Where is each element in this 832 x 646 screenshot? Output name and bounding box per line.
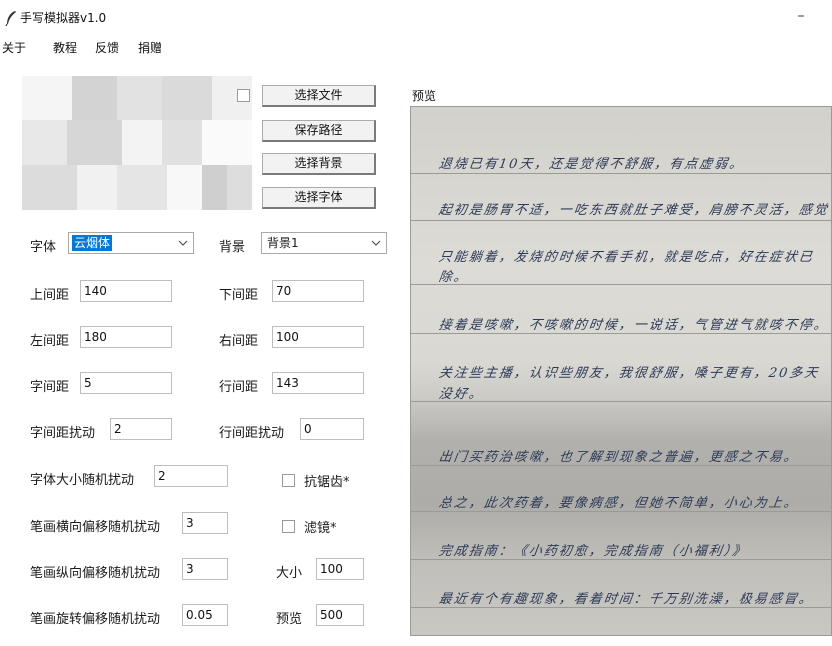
settings-panel: 选择文件 保存路径 选择背景 选择字体 字体 云烟体 背景 背景1 上间距 14… xyxy=(0,56,400,646)
size-input[interactable]: 100 xyxy=(316,558,364,580)
char-spacing-jitter-input[interactable]: 2 xyxy=(110,418,172,440)
stroke-v-jitter-label: 笔画纵向偏移随机扰动 xyxy=(30,566,161,581)
antialias-label: 抗锯齿* xyxy=(304,475,350,490)
menu-tutorial[interactable]: 教程 xyxy=(53,39,77,56)
paper-rule xyxy=(411,559,831,560)
background-label: 背景 xyxy=(219,240,246,255)
stroke-v-jitter-input[interactable]: 3 xyxy=(182,558,228,580)
save-path-button[interactable]: 保存路径 xyxy=(262,120,376,142)
handwritten-line: 退烧已有10天，还是觉得不舒服，有点虚弱。 xyxy=(437,157,746,172)
handwritten-line: 只能躺着，发烧的时候不看手机，就是吃点，好在症状已 xyxy=(437,250,815,265)
line-spacing-jitter-label: 行间距扰动 xyxy=(219,426,285,441)
stroke-h-jitter-label: 笔画横向偏移随机扰动 xyxy=(30,520,161,535)
font-size-jitter-input[interactable]: 2 xyxy=(154,465,228,487)
bottom-margin-input[interactable]: 70 xyxy=(272,280,364,302)
menu-donate[interactable]: 捐赠 xyxy=(138,39,162,56)
chevron-down-icon xyxy=(371,240,381,246)
preview-label: 预览 xyxy=(412,89,437,103)
choose-background-button[interactable]: 选择背景 xyxy=(262,153,376,175)
line-spacing-jitter-input[interactable]: 0 xyxy=(300,418,364,440)
font-select-value: 云烟体 xyxy=(72,235,113,251)
choose-file-button[interactable]: 选择文件 xyxy=(262,85,376,107)
paper-rule xyxy=(411,607,831,608)
paper-rule xyxy=(411,173,831,174)
handwritten-line: 总之，此次药着，要像病感，但她不简单，小心为上。 xyxy=(437,496,800,511)
feather-icon xyxy=(5,11,16,26)
handwritten-line: 关注些主播，认识些朋友，我很舒服，嗓子更有，20多天 xyxy=(437,366,821,381)
char-spacing-label: 字间距 xyxy=(30,380,70,395)
line-spacing-label: 行间距 xyxy=(219,380,259,395)
handwritten-line: 除。 xyxy=(437,270,470,285)
top-margin-label: 上间距 xyxy=(30,288,70,303)
handwritten-line: 最近有个有趣现象，看着时间：千万别洗澡，极易感冒。 xyxy=(437,592,815,607)
filter-checkbox[interactable] xyxy=(282,520,295,533)
char-spacing-input[interactable]: 5 xyxy=(80,372,172,394)
handwritten-line: 接着是咳嗽，不咳嗽的时候，一说话，气管进气就咳不停。 xyxy=(437,318,830,333)
preview-image: 退烧已有10天，还是觉得不舒服，有点虚弱。 起初是肠胃不适，一吃东西就肚子难受，… xyxy=(410,106,832,636)
left-margin-input[interactable]: 180 xyxy=(80,326,172,348)
font-select[interactable]: 云烟体 xyxy=(68,232,194,254)
preview-panel: 预览 退烧已有10天，还是觉得不舒服，有点虚弱。 起初是肠胃不适，一吃东西就肚子… xyxy=(400,56,832,646)
preview-size-input[interactable]: 500 xyxy=(316,604,364,626)
antialias-checkbox[interactable] xyxy=(282,474,295,487)
preview-size-label: 预览 xyxy=(276,612,303,627)
menu-bar: 关于 教程 反馈 捐赠 xyxy=(0,34,832,56)
chevron-down-icon xyxy=(178,240,188,246)
minimize-button[interactable]: – xyxy=(786,8,816,28)
handwritten-line: 没好。 xyxy=(437,387,485,402)
filter-label: 滤镜* xyxy=(304,521,337,536)
left-margin-label: 左间距 xyxy=(30,334,70,349)
font-size-jitter-label: 字体大小随机扰动 xyxy=(30,473,135,488)
window-title: 手写模拟器v1.0 xyxy=(20,11,107,25)
font-label: 字体 xyxy=(30,240,57,255)
stroke-rot-jitter-input[interactable]: 0.05 xyxy=(182,604,228,626)
title-bar: 手写模拟器v1.0 – xyxy=(0,0,832,34)
size-label: 大小 xyxy=(276,566,303,581)
paper-rule xyxy=(411,465,831,466)
right-margin-input[interactable]: 100 xyxy=(272,326,364,348)
handwritten-line: 出门买药治咳嗽，也了解到现象之普遍，更感之不易。 xyxy=(437,450,800,465)
handwritten-line: 完成指南：《小药初愈，完成指南（小福利）》 xyxy=(437,544,749,559)
paper-rule xyxy=(411,333,831,334)
background-select[interactable]: 背景1 xyxy=(261,232,387,254)
handwritten-line: 起初是肠胃不适，一吃东西就肚子难受，肩膀不灵活，感觉 xyxy=(437,203,830,218)
menu-feedback[interactable]: 反馈 xyxy=(95,39,119,56)
line-spacing-input[interactable]: 143 xyxy=(272,372,364,394)
char-spacing-jitter-label: 字间距扰动 xyxy=(30,426,96,441)
blurred-image xyxy=(22,76,252,210)
choose-font-button[interactable]: 选择字体 xyxy=(262,187,376,209)
top-margin-input[interactable]: 140 xyxy=(80,280,172,302)
menu-about[interactable]: 关于 xyxy=(2,39,26,56)
background-select-value: 背景1 xyxy=(267,236,299,250)
paper-rule xyxy=(411,220,831,221)
bottom-margin-label: 下间距 xyxy=(219,288,259,303)
file-checkbox[interactable] xyxy=(237,89,250,102)
stroke-h-jitter-input[interactable]: 3 xyxy=(182,512,228,534)
paper-rule xyxy=(411,511,831,512)
stroke-rot-jitter-label: 笔画旋转偏移随机扰动 xyxy=(30,612,161,627)
paper-rule xyxy=(411,284,831,285)
right-margin-label: 右间距 xyxy=(219,334,259,349)
